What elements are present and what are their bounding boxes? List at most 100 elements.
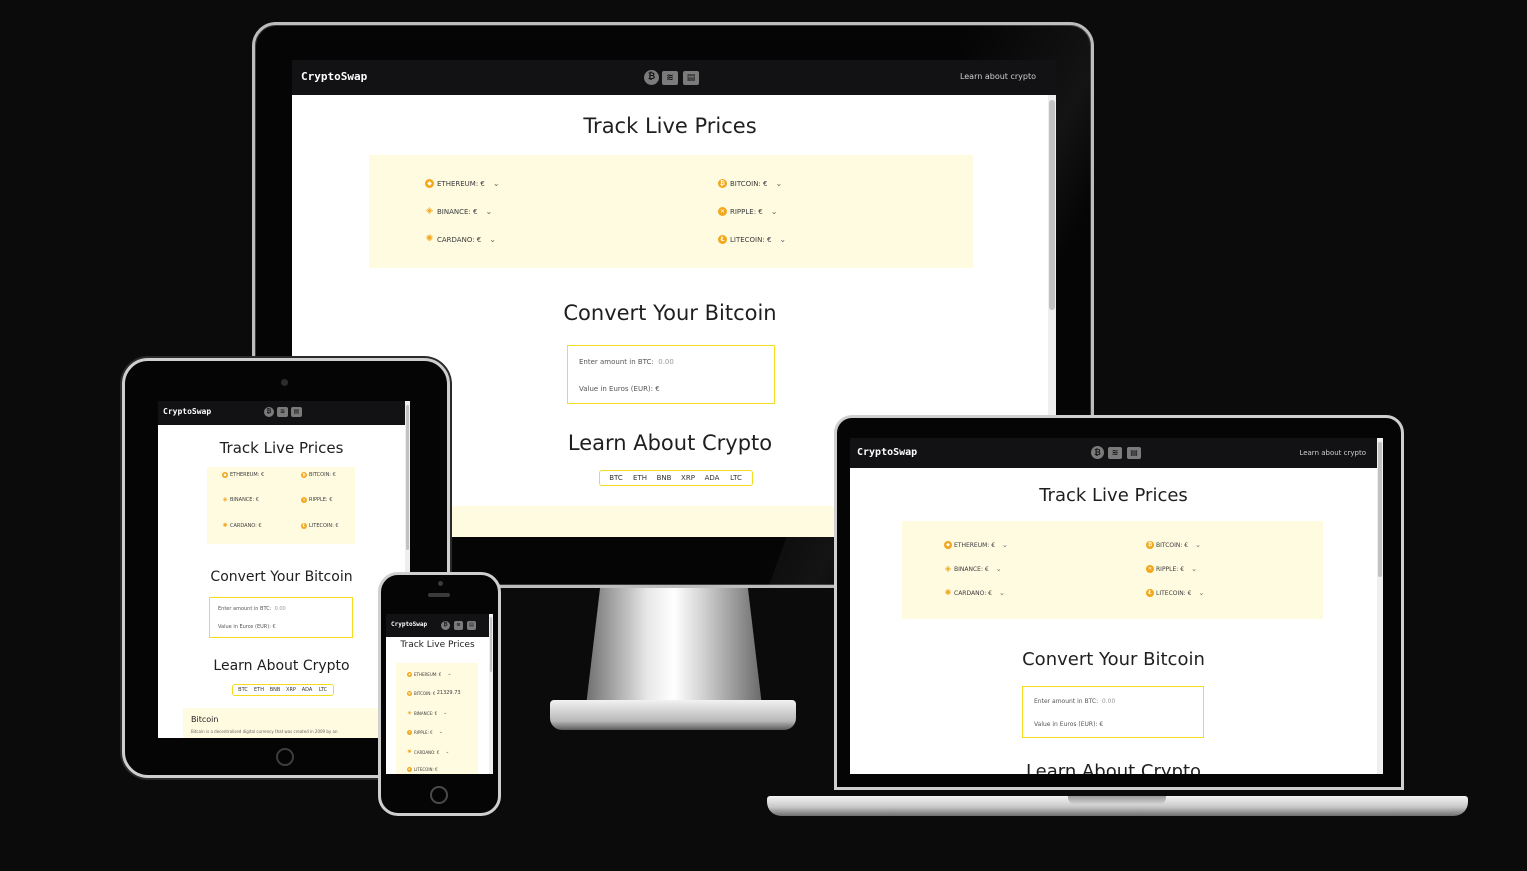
converter-box: Enter amount in BTC: 0.00 Value in Euros… (567, 345, 775, 404)
amount-label: Enter amount in BTC: (579, 358, 654, 366)
price-label: BITCOIN: € (730, 179, 768, 188)
price-item-ripple: ✕ RIPPLE: € ⌄ (407, 729, 443, 735)
tab-eth[interactable]: ETH (628, 474, 652, 482)
price-label: CARDANO: € (230, 523, 262, 529)
tab-xrp[interactable]: XRP (283, 687, 299, 693)
prices-panel: ◆ ETHEREUM: € ⌄ ₿ BITCOIN: € ⌄ ◈ BINANCE: € ⌄ … (369, 155, 973, 268)
chevron-down-icon[interactable]: ⌄ (1195, 541, 1201, 549)
laptop-screen: CryptoSwap ₿ ≋ ▤ Learn about crypto Trac… (850, 438, 1383, 774)
price-label: ETHEREUM: € (414, 671, 442, 677)
chevron-down-icon[interactable]: ⌄ (999, 589, 1005, 597)
chevron-down-icon[interactable]: ⌄ (485, 207, 492, 216)
newspaper-icon[interactable]: ▤ (1127, 446, 1141, 459)
price-item-ethereum: ◆ ETHEREUM: € ⌄ (944, 541, 1008, 549)
logo[interactable]: CryptoSwap (301, 70, 367, 83)
bitcoin-icon: ₿ (718, 179, 727, 188)
amount-label: Enter amount in BTC: (1034, 698, 1099, 705)
convert-heading: Convert Your Bitcoin (1022, 649, 1205, 670)
tab-ada[interactable]: ADA (700, 474, 724, 482)
chevron-down-icon[interactable]: ⌄ (439, 729, 443, 735)
learn-about-crypto-link[interactable]: Learn about crypto (1299, 449, 1366, 457)
bitcoin-icon: ₿ (1146, 541, 1154, 549)
chevron-down-icon[interactable]: ⌄ (447, 671, 451, 677)
amount-placeholder[interactable]: 0.00 (658, 358, 674, 366)
price-label: BINANCE: € (414, 710, 438, 716)
binance-icon: ◈ (944, 564, 952, 573)
scrollbar-thumb[interactable] (406, 405, 409, 550)
price-label: BITCOIN: € (1156, 541, 1189, 549)
cardano-icon: ✺ (944, 588, 952, 597)
nav-icons: ₿ ≋ ▤ (441, 621, 476, 630)
litecoin-icon: Ł (407, 767, 412, 772)
tab-btc[interactable]: BTC (235, 687, 251, 693)
newspaper-icon[interactable]: ▤ (291, 407, 302, 417)
price-item-ripple: ✕ RIPPLE: € ⌄ (718, 207, 777, 216)
chevron-down-icon[interactable]: ⌄ (771, 207, 778, 216)
tab-ltc[interactable]: LTC (315, 687, 331, 693)
price-label: RIPPLE: € (309, 497, 333, 503)
converter-box: Enter amount in BTC: 0.00 Value in Euros… (209, 597, 353, 638)
price-label: LITECOIN: € (730, 235, 772, 244)
price-item-ethereum: ◆ ETHEREUM: € ⌄ (425, 179, 500, 188)
newspaper-icon[interactable]: ▤ (467, 621, 476, 630)
track-prices-heading: Track Live Prices (400, 640, 475, 650)
chevron-down-icon[interactable]: ⌄ (775, 179, 782, 188)
bitcoin-icon[interactable]: ₿ (441, 621, 450, 630)
tab-ada[interactable]: ADA (299, 687, 315, 693)
chevron-down-icon[interactable]: ⌄ (1198, 589, 1204, 597)
nav-icons: ₿ ≋ ▤ (644, 70, 699, 85)
cardano-icon: ✺ (407, 748, 412, 755)
tab-bnb[interactable]: BNB (652, 474, 676, 482)
learn-heading: Learn About Crypto (1025, 761, 1202, 774)
price-item-binance: ◈ BINANCE: € ⌄ (407, 710, 448, 716)
price-label: CARDANO: € (414, 749, 440, 755)
tab-bnb[interactable]: BNB (267, 687, 283, 693)
btc-amount-field[interactable]: Enter amount in BTC: 0.00 (218, 606, 286, 612)
tab-eth[interactable]: ETH (251, 687, 267, 693)
coins-icon[interactable]: ≋ (277, 407, 288, 417)
chevron-down-icon[interactable]: ⌄ (779, 235, 786, 244)
crypto-tabs: BTC ETH BNB XRP ADA LTC (232, 684, 334, 696)
chevron-down-icon[interactable]: ⌄ (1191, 565, 1197, 573)
coins-icon[interactable]: ≋ (1108, 446, 1122, 459)
bitcoin-icon[interactable]: ₿ (264, 407, 274, 417)
tab-btc[interactable]: BTC (604, 474, 628, 482)
nav-icons: ₿ ≋ ▤ (264, 407, 302, 417)
price-label: ETHEREUM: € (230, 472, 265, 478)
eur-value: Value in Euros (EUR): € (579, 385, 660, 393)
tab-xrp[interactable]: XRP (676, 474, 700, 482)
btc-amount-field[interactable]: Enter amount in BTC: 0.00 (1034, 698, 1115, 705)
scrollbar-thumb[interactable] (1378, 442, 1382, 577)
logo[interactable]: CryptoSwap (391, 621, 427, 628)
chevron-down-icon[interactable]: ⌄ (493, 179, 500, 188)
crypto-tabs: BTC ETH BNB XRP ADA LTC (599, 470, 753, 486)
price-item-cardano: ✺ CARDANO: € (222, 523, 262, 530)
price-item-cardano: ✺ CARDANO: € ⌄ (944, 588, 1005, 598)
price-item-bitcoin: ₿ BITCOIN: € (301, 472, 336, 478)
logo[interactable]: CryptoSwap (857, 447, 917, 458)
chevron-down-icon[interactable]: ⌄ (996, 565, 1002, 573)
chevron-down-icon[interactable]: ⌄ (489, 235, 496, 244)
prices-panel: ◆ ETHEREUM: € ₿ BITCOIN: € ◈ BINANCE: € ✕ RI… (207, 467, 355, 544)
chevron-down-icon[interactable]: ⌄ (443, 710, 447, 716)
bitcoin-icon[interactable]: ₿ (644, 70, 659, 85)
bitcoin-icon[interactable]: ₿ (1091, 446, 1104, 459)
coins-icon[interactable]: ≋ (662, 70, 678, 85)
coins-icon[interactable]: ≋ (454, 621, 463, 630)
tab-ltc[interactable]: LTC (724, 474, 748, 482)
phone-screen: CryptoSwap ₿ ≋ ▤ Track Live Prices ◆ ETHE… (386, 614, 493, 774)
cardano-icon: ✺ (425, 234, 434, 244)
chevron-down-icon[interactable]: ⌄ (445, 749, 449, 755)
chevron-down-icon[interactable]: ⌄ (1002, 541, 1008, 549)
newspaper-icon[interactable]: ▤ (683, 70, 699, 85)
ripple-icon: ✕ (718, 207, 727, 216)
price-item-cardano: ✺ CARDANO: € ⌄ (425, 234, 496, 245)
learn-about-crypto-link[interactable]: Learn about crypto (960, 72, 1036, 81)
logo[interactable]: CryptoSwap (163, 407, 211, 416)
btc-amount-field[interactable]: Enter amount in BTC: 0.00 (579, 358, 674, 366)
price-label: LITECOIN: € (309, 523, 339, 529)
amount-placeholder[interactable]: 0.00 (275, 606, 286, 612)
amount-placeholder[interactable]: 0.00 (1102, 698, 1115, 705)
binance-icon: ◈ (426, 206, 433, 216)
price-label: ETHEREUM: € (954, 541, 996, 549)
